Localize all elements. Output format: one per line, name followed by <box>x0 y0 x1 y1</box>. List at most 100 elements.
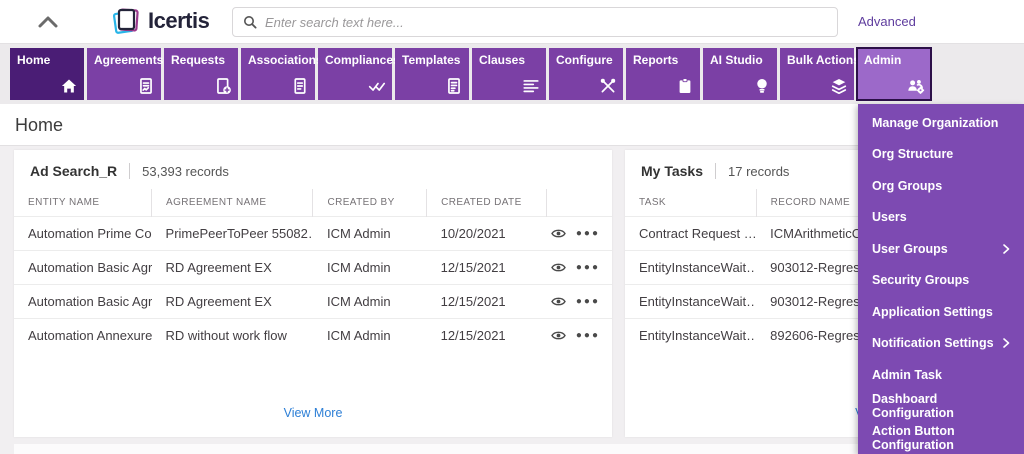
bulk-actions-icon <box>830 77 848 95</box>
admin-menu-item-user-groups[interactable]: User Groups <box>858 233 1024 265</box>
associations-icon <box>291 77 309 95</box>
divider <box>715 163 716 179</box>
column-header: CREATED DATE <box>427 189 547 217</box>
icertis-logo: Icertis <box>112 6 209 36</box>
admin-icon <box>907 77 925 95</box>
row-actions: ●●● <box>546 251 612 285</box>
search-input[interactable] <box>265 15 827 30</box>
table-row[interactable]: Automation Annexure …RD without work flo… <box>14 319 612 353</box>
table-cell: ICM Admin <box>313 285 427 319</box>
nav-tab-label: Agreements <box>94 53 163 67</box>
ad-search-view-more-link[interactable]: View More <box>14 406 612 420</box>
ad-search-panel-header: Ad Search_R 53,393 records <box>14 150 612 189</box>
nav-tab-agreements[interactable]: Agreements <box>87 48 161 100</box>
nav-tab-reports[interactable]: Reports <box>626 48 700 100</box>
nav-tab-label: Home <box>17 53 50 67</box>
templates-icon <box>445 77 463 95</box>
home-icon <box>60 77 78 95</box>
nav-tab-admin[interactable]: Admin <box>857 48 931 100</box>
preview-eye-icon[interactable] <box>551 228 566 239</box>
nav-tab-ai-studio[interactable]: AI Studio <box>703 48 777 100</box>
record-count: 17 records <box>728 164 789 179</box>
table-cell: ICM Admin <box>313 217 427 251</box>
row-more-ellipsis-icon[interactable]: ●●● <box>576 228 600 239</box>
admin-dropdown-menu: Manage OrganizationOrg Structure Org Grou… <box>858 104 1024 454</box>
table-row[interactable]: Automation Prime Co…PrimePeerToPeer 5508… <box>14 217 612 251</box>
table-row[interactable]: Automation Basic Agr…RD Agreement EXICM … <box>14 285 612 319</box>
icertis-logo-icon <box>112 6 142 36</box>
panel-title: Ad Search_R <box>30 163 117 179</box>
chevron-right-icon <box>1003 338 1010 348</box>
nav-tab-label: AI Studio <box>710 53 763 67</box>
admin-menu-item-users[interactable]: Users <box>858 202 1024 234</box>
ad-search-panel: Ad Search_R 53,393 records ENTITY NAMEAG… <box>14 150 612 437</box>
admin-menu-item-dashboard-configuration[interactable]: Dashboard Configuration <box>858 391 1024 423</box>
admin-menu-item-manage-organization[interactable]: Manage Organization <box>858 107 1024 139</box>
table-cell: EntityInstanceWait… <box>625 251 756 285</box>
nav-tab-configure[interactable]: Configure <box>549 48 623 100</box>
admin-menu-item-action-button-configuration[interactable]: Action Button Configuration <box>858 422 1024 454</box>
nav-tab-home[interactable]: Home <box>10 48 84 100</box>
actions-column-header <box>546 189 612 217</box>
menu-item-label: Action Button Configuration <box>872 424 1010 452</box>
row-more-ellipsis-icon[interactable]: ●●● <box>576 262 600 273</box>
preview-eye-icon[interactable] <box>551 330 566 341</box>
nav-tab-label: Associations <box>248 53 323 67</box>
table-cell: Automation Prime Co… <box>14 217 152 251</box>
table-cell: Automation Basic Agr… <box>14 285 152 319</box>
column-header: CREATED BY <box>313 189 427 217</box>
table-cell: EntityInstanceWait… <box>625 319 756 353</box>
table-cell: Contract Request … <box>625 217 756 251</box>
collapse-chevron-up-icon[interactable] <box>36 13 60 31</box>
table-cell: PrimePeerToPeer 55082… <box>152 217 313 251</box>
admin-menu-item-admin-task[interactable]: Admin Task <box>858 359 1024 391</box>
table-cell: Automation Annexure … <box>14 319 152 353</box>
global-search <box>232 7 838 37</box>
nav-tab-label: Admin <box>864 53 901 67</box>
nav-tab-templates[interactable]: Templates <box>395 48 469 100</box>
nav-tab-compliances[interactable]: Compliances <box>318 48 392 100</box>
nav-tab-clauses[interactable]: Clauses <box>472 48 546 100</box>
page-title: Home <box>15 115 63 136</box>
table-cell: ICM Admin <box>313 319 427 353</box>
nav-tab-bulk-actions[interactable]: Bulk Actions <box>780 48 854 100</box>
preview-eye-icon[interactable] <box>551 296 566 307</box>
admin-menu-item-org-groups[interactable]: Org Groups <box>858 170 1024 202</box>
compliances-icon <box>368 77 386 95</box>
row-more-ellipsis-icon[interactable]: ●●● <box>576 330 600 341</box>
menu-item-label: Org Groups <box>872 179 942 193</box>
table-cell: 12/15/2021 <box>427 285 547 319</box>
menu-item-label: User Groups <box>872 242 948 256</box>
admin-menu-item-notification-settings[interactable]: Notification Settings <box>858 328 1024 360</box>
table-cell: Automation Basic Agr… <box>14 251 152 285</box>
advanced-search-link[interactable]: Advanced <box>858 14 916 29</box>
record-count: 53,393 records <box>142 164 229 179</box>
nav-tab-label: Configure <box>556 53 613 67</box>
menu-item-label: Notification Settings <box>872 336 994 350</box>
clauses-icon <box>522 77 540 95</box>
panel-title: My Tasks <box>641 163 703 179</box>
admin-menu-item-org-structure[interactable]: Org Structure <box>858 139 1024 171</box>
table-cell: 12/15/2021 <box>427 251 547 285</box>
module-nav-bar: Home Agreements Requests Associations Co… <box>0 44 1024 104</box>
table-cell: ICM Admin <box>313 251 427 285</box>
row-more-ellipsis-icon[interactable]: ●●● <box>576 296 600 307</box>
reports-icon <box>676 77 694 95</box>
table-cell: 12/15/2021 <box>427 319 547 353</box>
menu-item-label: Application Settings <box>872 305 993 319</box>
table-cell: RD Agreement EX <box>152 285 313 319</box>
row-actions: ●●● <box>546 217 612 251</box>
column-header: ENTITY NAME <box>14 189 152 217</box>
column-header: AGREEMENT NAME <box>152 189 313 217</box>
nav-tab-label: Compliances <box>325 53 400 67</box>
preview-eye-icon[interactable] <box>551 262 566 273</box>
admin-menu-item-application-settings[interactable]: Application Settings <box>858 296 1024 328</box>
menu-item-label: Dashboard Configuration <box>872 392 1010 420</box>
brand-name: Icertis <box>148 8 209 34</box>
table-row[interactable]: Automation Basic Agr…RD Agreement EXICM … <box>14 251 612 285</box>
nav-tab-associations[interactable]: Associations <box>241 48 315 100</box>
nav-tab-label: Bulk Actions <box>787 53 860 67</box>
chevron-right-icon <box>1003 244 1010 254</box>
admin-menu-item-security-groups[interactable]: Security Groups <box>858 265 1024 297</box>
nav-tab-requests[interactable]: Requests <box>164 48 238 100</box>
